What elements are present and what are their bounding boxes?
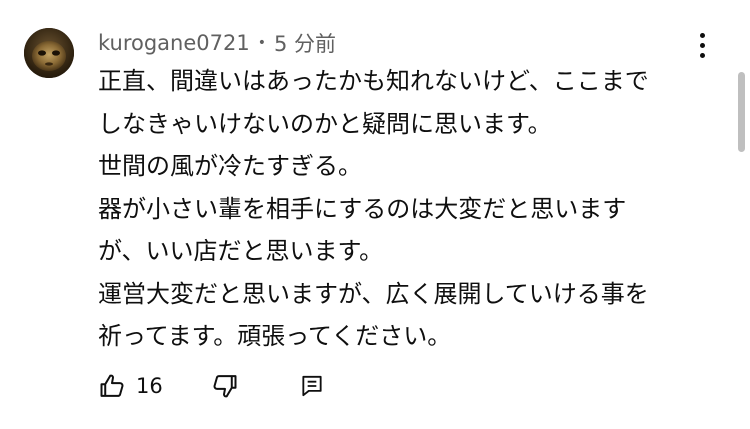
menu-dot xyxy=(699,42,705,48)
scrollbar[interactable] xyxy=(738,72,745,152)
author-name[interactable]: kurogane0721 xyxy=(98,31,250,55)
comment-header: kurogane0721 • 5 分前 xyxy=(98,28,336,58)
avatar-image xyxy=(24,28,74,78)
comment-line: 世間の風が冷たすぎる。 xyxy=(98,152,362,180)
menu-dot xyxy=(699,52,705,58)
dislike-button[interactable] xyxy=(211,372,239,400)
like-button[interactable]: 16 xyxy=(98,372,163,400)
comment-line: 器が小さい輩を相手にするのは大変だと思います xyxy=(98,194,627,223)
comment-line: 正直、間違いはあったかも知れないけど、ここまで xyxy=(98,67,649,95)
comment-line: が、いい店だと思います。 xyxy=(98,237,384,265)
comment-line: 祈ってます。頑張ってください。 xyxy=(98,322,452,350)
comment-actions: 16 xyxy=(98,368,325,404)
menu-dot xyxy=(699,32,705,38)
comment-line: 運営大変だと思いますが、広く展開していける事を xyxy=(98,279,649,308)
comment-timestamp[interactable]: 5 分前 xyxy=(274,28,336,58)
meta-separator: • xyxy=(257,35,266,51)
reply-button[interactable] xyxy=(299,373,325,399)
more-vertical-icon[interactable] xyxy=(690,30,714,60)
comment-text: 正直、間違いはあったかも知れないけど、ここまで しなきゃいけないのかと疑問に思い… xyxy=(98,60,728,358)
thumb-down-icon xyxy=(213,375,237,398)
like-count: 16 xyxy=(136,374,163,398)
avatar[interactable] xyxy=(24,28,74,78)
reply-comment-icon xyxy=(302,375,322,397)
thumb-up-icon xyxy=(100,374,124,397)
comment-screen: kurogane0721 • 5 分前 正直、間違いはあったかも知れないけど、こ… xyxy=(0,0,750,429)
comment-line: しなきゃいけないのかと疑問に思います。 xyxy=(98,109,552,138)
